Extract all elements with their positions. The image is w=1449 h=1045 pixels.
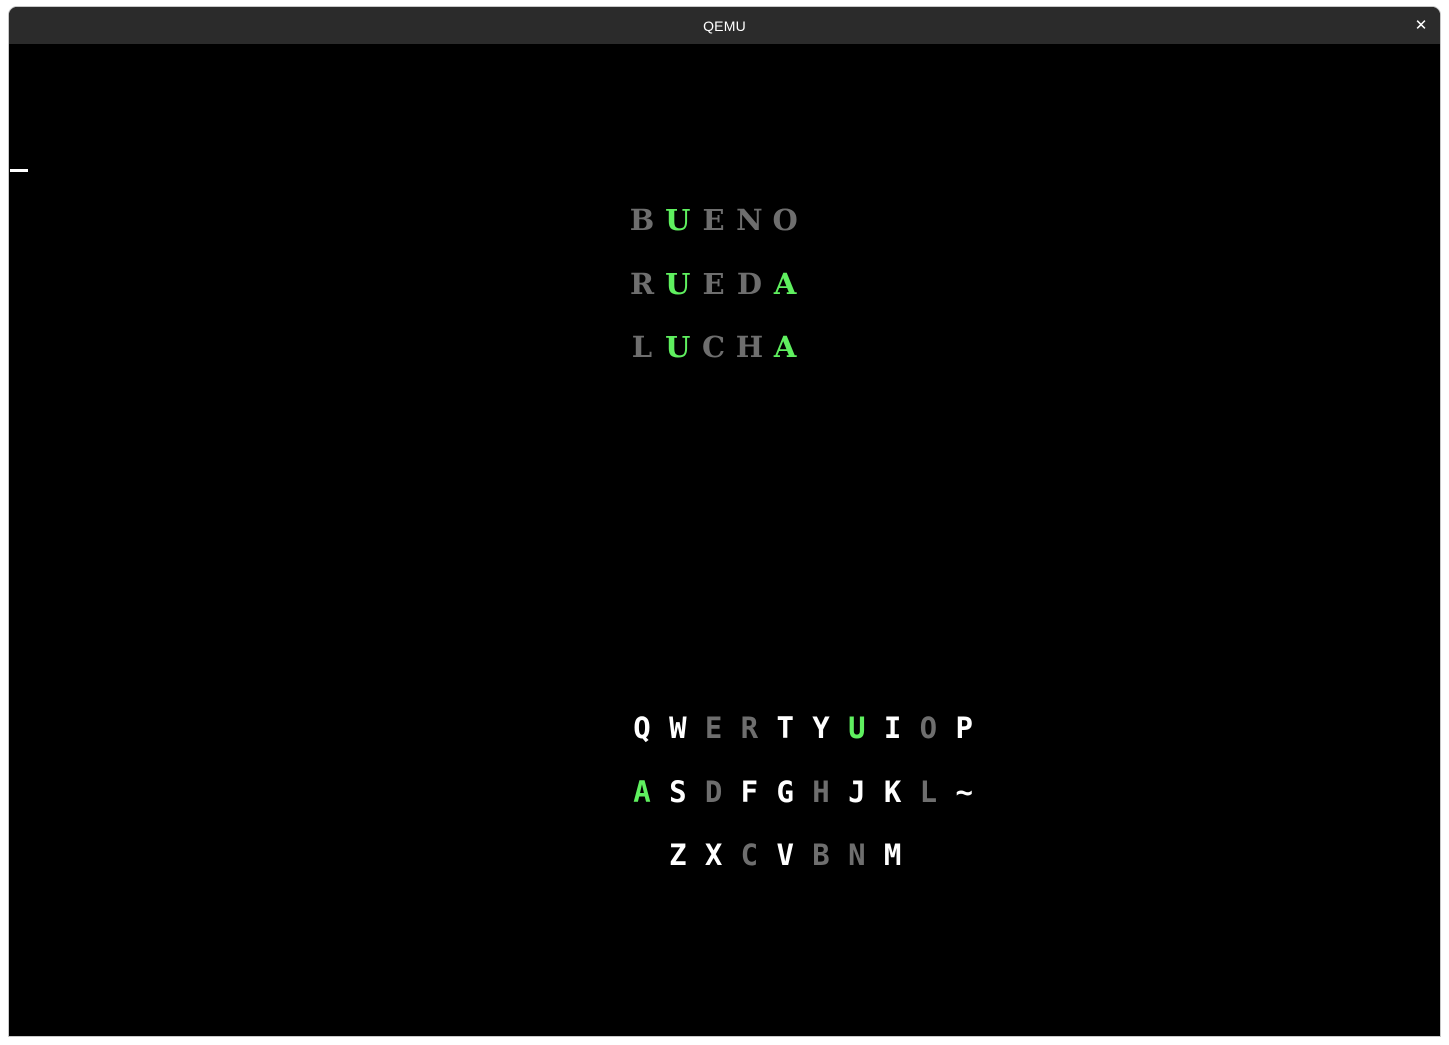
key-b[interactable]: B <box>803 835 839 875</box>
key-w[interactable]: W <box>660 708 696 748</box>
guess-letter-correct: U <box>665 330 691 364</box>
key-c[interactable]: C <box>731 835 767 875</box>
guess-letter-correct: U <box>665 266 691 301</box>
guess-letter-absent: R <box>629 266 655 301</box>
key-v[interactable]: V <box>767 835 803 875</box>
key-s[interactable]: S <box>660 772 696 812</box>
key-r[interactable]: R <box>731 708 767 748</box>
guess-letter-absent: E <box>702 266 725 301</box>
guess-letter-absent: L <box>631 330 653 364</box>
title-bar[interactable]: QEMU ✕ <box>9 7 1440 44</box>
guess-letter-absent: N <box>736 203 763 237</box>
close-icon[interactable]: ✕ <box>1412 16 1430 34</box>
key-e[interactable]: E <box>696 708 732 748</box>
key-u[interactable]: U <box>839 708 875 748</box>
key-t[interactable]: T <box>767 708 803 748</box>
key-q[interactable]: Q <box>624 708 660 748</box>
guess-letter-absent: E <box>702 203 725 237</box>
guess-letter-correct: A <box>773 330 797 364</box>
key-n[interactable]: N <box>839 835 875 875</box>
key-y[interactable]: Y <box>803 708 839 748</box>
key-x[interactable]: X <box>696 835 732 875</box>
vm-display[interactable]: BUENORUEDALUCHA Q W E R T Y U I O P A S D F G H J K L ~ Z X C V… <box>9 44 1440 1036</box>
key-h[interactable]: H <box>803 772 839 812</box>
key-g[interactable]: G <box>767 772 803 812</box>
guess-letter-absent: O <box>772 203 798 237</box>
guess-letter-absent: H <box>735 330 764 364</box>
qemu-window: QEMU ✕ BUENORUEDALUCHA QWERTYUIOPASDFGHJ… <box>9 7 1440 1036</box>
key-z[interactable]: Z <box>660 835 696 875</box>
text-cursor <box>10 169 28 172</box>
key-a[interactable]: A <box>624 772 660 812</box>
key-j[interactable]: J <box>839 772 875 812</box>
key-p[interactable]: P <box>946 708 982 748</box>
guess-letter-absent: D <box>736 266 762 301</box>
key-k[interactable]: K <box>875 772 911 812</box>
key-f[interactable]: F <box>731 772 767 812</box>
window-title: QEMU <box>703 18 746 34</box>
key-m[interactable]: M <box>875 835 911 875</box>
guess-letter-correct: A <box>773 266 797 301</box>
key-i[interactable]: I <box>875 708 911 748</box>
guess-letter-correct: U <box>665 203 691 237</box>
guess-letter-absent: C <box>702 330 726 364</box>
key-tilde[interactable]: ~ <box>946 772 982 812</box>
key-o[interactable]: O <box>910 708 946 748</box>
guess-letter-absent: B <box>629 203 655 237</box>
key-l[interactable]: L <box>910 772 946 812</box>
key-d[interactable]: D <box>696 772 732 812</box>
